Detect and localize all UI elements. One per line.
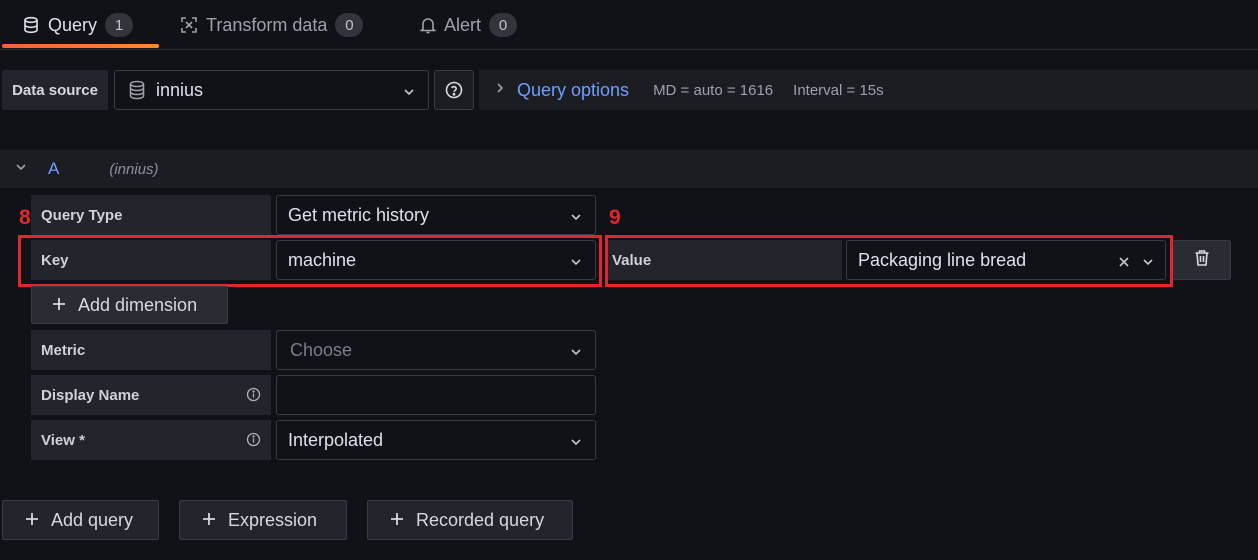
metric-select[interactable]: Choose xyxy=(276,330,596,370)
expression-label: Expression xyxy=(228,509,318,530)
add-recorded-query-button[interactable]: Recorded query xyxy=(367,500,573,540)
tab-alert[interactable]: Alert 0 xyxy=(420,0,518,50)
chevron-down-icon xyxy=(569,433,583,454)
query-options-toggle[interactable]: Query options MD = auto = 1616 Interval … xyxy=(479,70,1258,110)
query-type-label: Query Type xyxy=(31,195,271,235)
tab-query-label: Query xyxy=(48,14,98,35)
tab-transform-label: Transform data xyxy=(206,14,328,35)
database-icon xyxy=(22,16,40,34)
view-label-text: View * xyxy=(41,431,85,449)
metric-placeholder: Choose xyxy=(290,339,353,360)
tab-transform-count: 0 xyxy=(335,13,364,37)
transform-icon xyxy=(180,16,198,34)
query-tabs: Query 1 Transform data 0 Alert 0 xyxy=(0,0,1258,50)
display-name-input[interactable] xyxy=(276,375,596,415)
plus-icon xyxy=(202,510,216,531)
query-options-md: MD = auto = 1616 xyxy=(653,81,774,99)
tab-alert-label: Alert xyxy=(444,14,482,35)
add-query-button[interactable]: Add query xyxy=(2,500,159,540)
datasource-value: innius xyxy=(156,79,204,100)
chevron-right-icon xyxy=(495,81,505,100)
query-type-select[interactable]: Get metric history xyxy=(276,195,596,235)
chevron-down-icon xyxy=(402,83,416,104)
tab-query-count: 1 xyxy=(105,13,134,37)
display-name-label: Display Name xyxy=(31,375,271,415)
annotation-box-9 xyxy=(605,235,1173,287)
add-expression-button[interactable]: Expression xyxy=(179,500,347,540)
chevron-down-icon xyxy=(569,208,583,229)
annotation-number-9: 9 xyxy=(609,206,621,229)
add-dimension-label: Add dimension xyxy=(78,294,198,315)
query-type-label-text: Query Type xyxy=(41,206,123,224)
tab-transform-data[interactable]: Transform data 0 xyxy=(180,0,364,50)
trash-icon xyxy=(1194,249,1210,272)
recorded-query-label: Recorded query xyxy=(416,509,545,530)
query-type-value: Get metric history xyxy=(288,204,430,225)
query-options-interval: Interval = 15s xyxy=(793,81,884,99)
add-dimension-button[interactable]: Add dimension xyxy=(31,286,228,324)
remove-dimension-button[interactable] xyxy=(1172,240,1231,280)
view-select[interactable]: Interpolated xyxy=(276,420,596,460)
query-name[interactable]: A xyxy=(48,159,59,179)
plus-icon xyxy=(52,295,66,316)
view-label: View * xyxy=(31,420,271,460)
datasource-label: Data source xyxy=(2,70,108,110)
info-icon[interactable] xyxy=(246,387,261,406)
bell-icon xyxy=(420,16,436,34)
info-icon[interactable] xyxy=(246,432,261,451)
collapse-chevron-icon[interactable] xyxy=(14,160,28,179)
query-options-title: Query options xyxy=(517,79,630,100)
annotation-number-8: 8 xyxy=(19,206,31,229)
query-datasource-name: (innius) xyxy=(109,160,159,178)
datasource-select[interactable]: innius xyxy=(114,70,429,110)
chevron-down-icon xyxy=(569,343,583,364)
annotation-box-8 xyxy=(18,235,602,287)
metric-label: Metric xyxy=(31,330,271,370)
display-name-label-text: Display Name xyxy=(41,386,140,404)
plus-icon xyxy=(390,510,404,531)
database-icon xyxy=(128,80,146,100)
metric-label-text: Metric xyxy=(41,341,86,359)
datasource-help-button[interactable] xyxy=(434,70,474,110)
active-tab-indicator xyxy=(2,44,159,48)
view-value: Interpolated xyxy=(288,429,384,450)
tab-query[interactable]: Query 1 xyxy=(22,0,134,50)
question-circle-icon xyxy=(445,81,463,99)
plus-icon xyxy=(25,510,39,531)
query-row-header: A (innius) xyxy=(0,150,1258,188)
add-query-label: Add query xyxy=(51,509,134,530)
tab-alert-count: 0 xyxy=(489,13,518,37)
